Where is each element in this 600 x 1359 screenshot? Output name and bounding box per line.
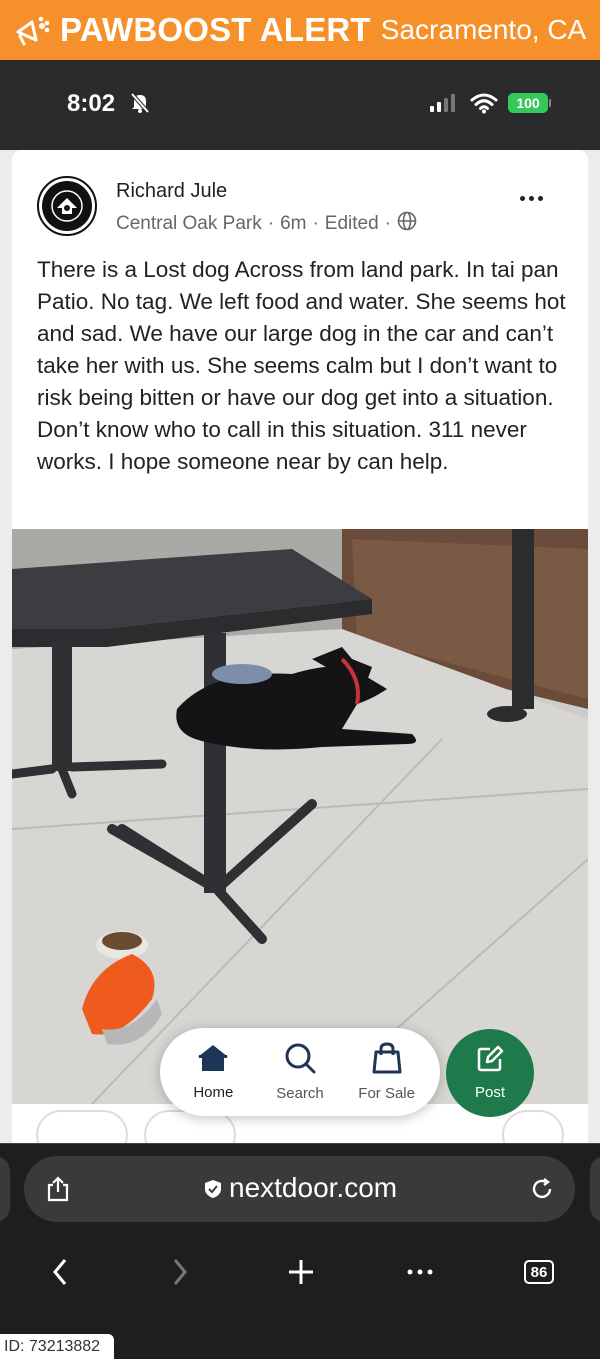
ellipsis-icon (407, 1269, 433, 1275)
browser-toolbar: 86 (0, 1252, 600, 1292)
megaphone-paw-icon (10, 8, 54, 52)
share-icon[interactable] (46, 1176, 70, 1207)
url-text: nextdoor.com (229, 1172, 398, 1203)
meta-separator: · (267, 213, 275, 234)
forward-button[interactable] (160, 1252, 200, 1292)
like-button[interactable] (36, 1110, 128, 1143)
nav-for-sale-label: For Sale (358, 1085, 415, 1102)
meta-separator: · (384, 213, 391, 234)
browser-chrome: nextdoor.com 86 (0, 1143, 600, 1359)
status-time: 8:02 (67, 90, 116, 117)
post-button[interactable]: Post (446, 1029, 534, 1117)
battery-tip (549, 99, 551, 107)
tabs-button[interactable]: 86 (519, 1252, 559, 1292)
nav-search-label: Search (276, 1085, 324, 1102)
post-card: Richard Jule Central Oak Park · 6m · Edi… (12, 150, 588, 1143)
edit-icon (476, 1045, 504, 1078)
wifi-icon (470, 92, 498, 119)
nav-for-sale[interactable]: For Sale (347, 1042, 427, 1102)
back-button[interactable] (40, 1252, 80, 1292)
shield-check-icon (204, 1179, 222, 1204)
bell-muted-icon (130, 92, 150, 119)
new-tab-button[interactable] (281, 1252, 321, 1292)
share-post-button[interactable] (502, 1110, 564, 1143)
plus-icon (289, 1260, 313, 1284)
post-body: There is a Lost dog Across from land par… (37, 257, 566, 474)
more-menu-button[interactable] (400, 1252, 440, 1292)
post-photo[interactable] (12, 529, 588, 1104)
reload-icon[interactable] (530, 1177, 554, 1206)
banner-brand: PAWBOOST ALERT (60, 11, 371, 48)
shopping-bag-icon (372, 1042, 402, 1079)
chevron-right-icon (173, 1259, 187, 1285)
avatar[interactable] (37, 176, 97, 236)
banner-city: Sacramento, CA (380, 14, 587, 45)
post-author[interactable]: Richard Jule (116, 180, 227, 203)
next-tab-edge[interactable] (590, 1156, 600, 1222)
nav-home[interactable]: Home (173, 1043, 253, 1101)
meta-separator: · (312, 213, 319, 234)
globe-icon (397, 211, 417, 237)
post-location[interactable]: Central Oak Park (116, 213, 262, 235)
post-meta: Central Oak Park · 6m · Edited · (116, 211, 417, 237)
nextdoor-page: Richard Jule Central Oak Park · 6m · Edi… (0, 150, 600, 1143)
chevron-left-icon (53, 1259, 67, 1285)
avatar-emblem-icon (42, 181, 92, 231)
previous-tab-edge[interactable] (0, 1156, 10, 1222)
id-label: ID: 73213882 (0, 1334, 114, 1359)
cellular-signal-icon (430, 94, 455, 112)
post-edited: Edited (324, 213, 379, 234)
nav-home-label: Home (193, 1084, 234, 1101)
battery-indicator: 100 (508, 93, 548, 113)
nav-search[interactable]: Search (260, 1042, 340, 1102)
post-button-label: Post (474, 1084, 505, 1101)
search-icon (284, 1042, 316, 1079)
status-bar: 8:02 100 (0, 60, 600, 150)
more-options-button[interactable] (520, 196, 543, 201)
bottom-nav: Home Search For Sale (160, 1028, 440, 1116)
post-age: 6m (280, 213, 307, 234)
address-bar[interactable]: nextdoor.com (24, 1156, 575, 1222)
pawboost-banner: PAWBOOST ALERT Sacramento, CA (0, 0, 600, 60)
home-icon (196, 1043, 230, 1078)
tab-count: 86 (524, 1260, 554, 1284)
